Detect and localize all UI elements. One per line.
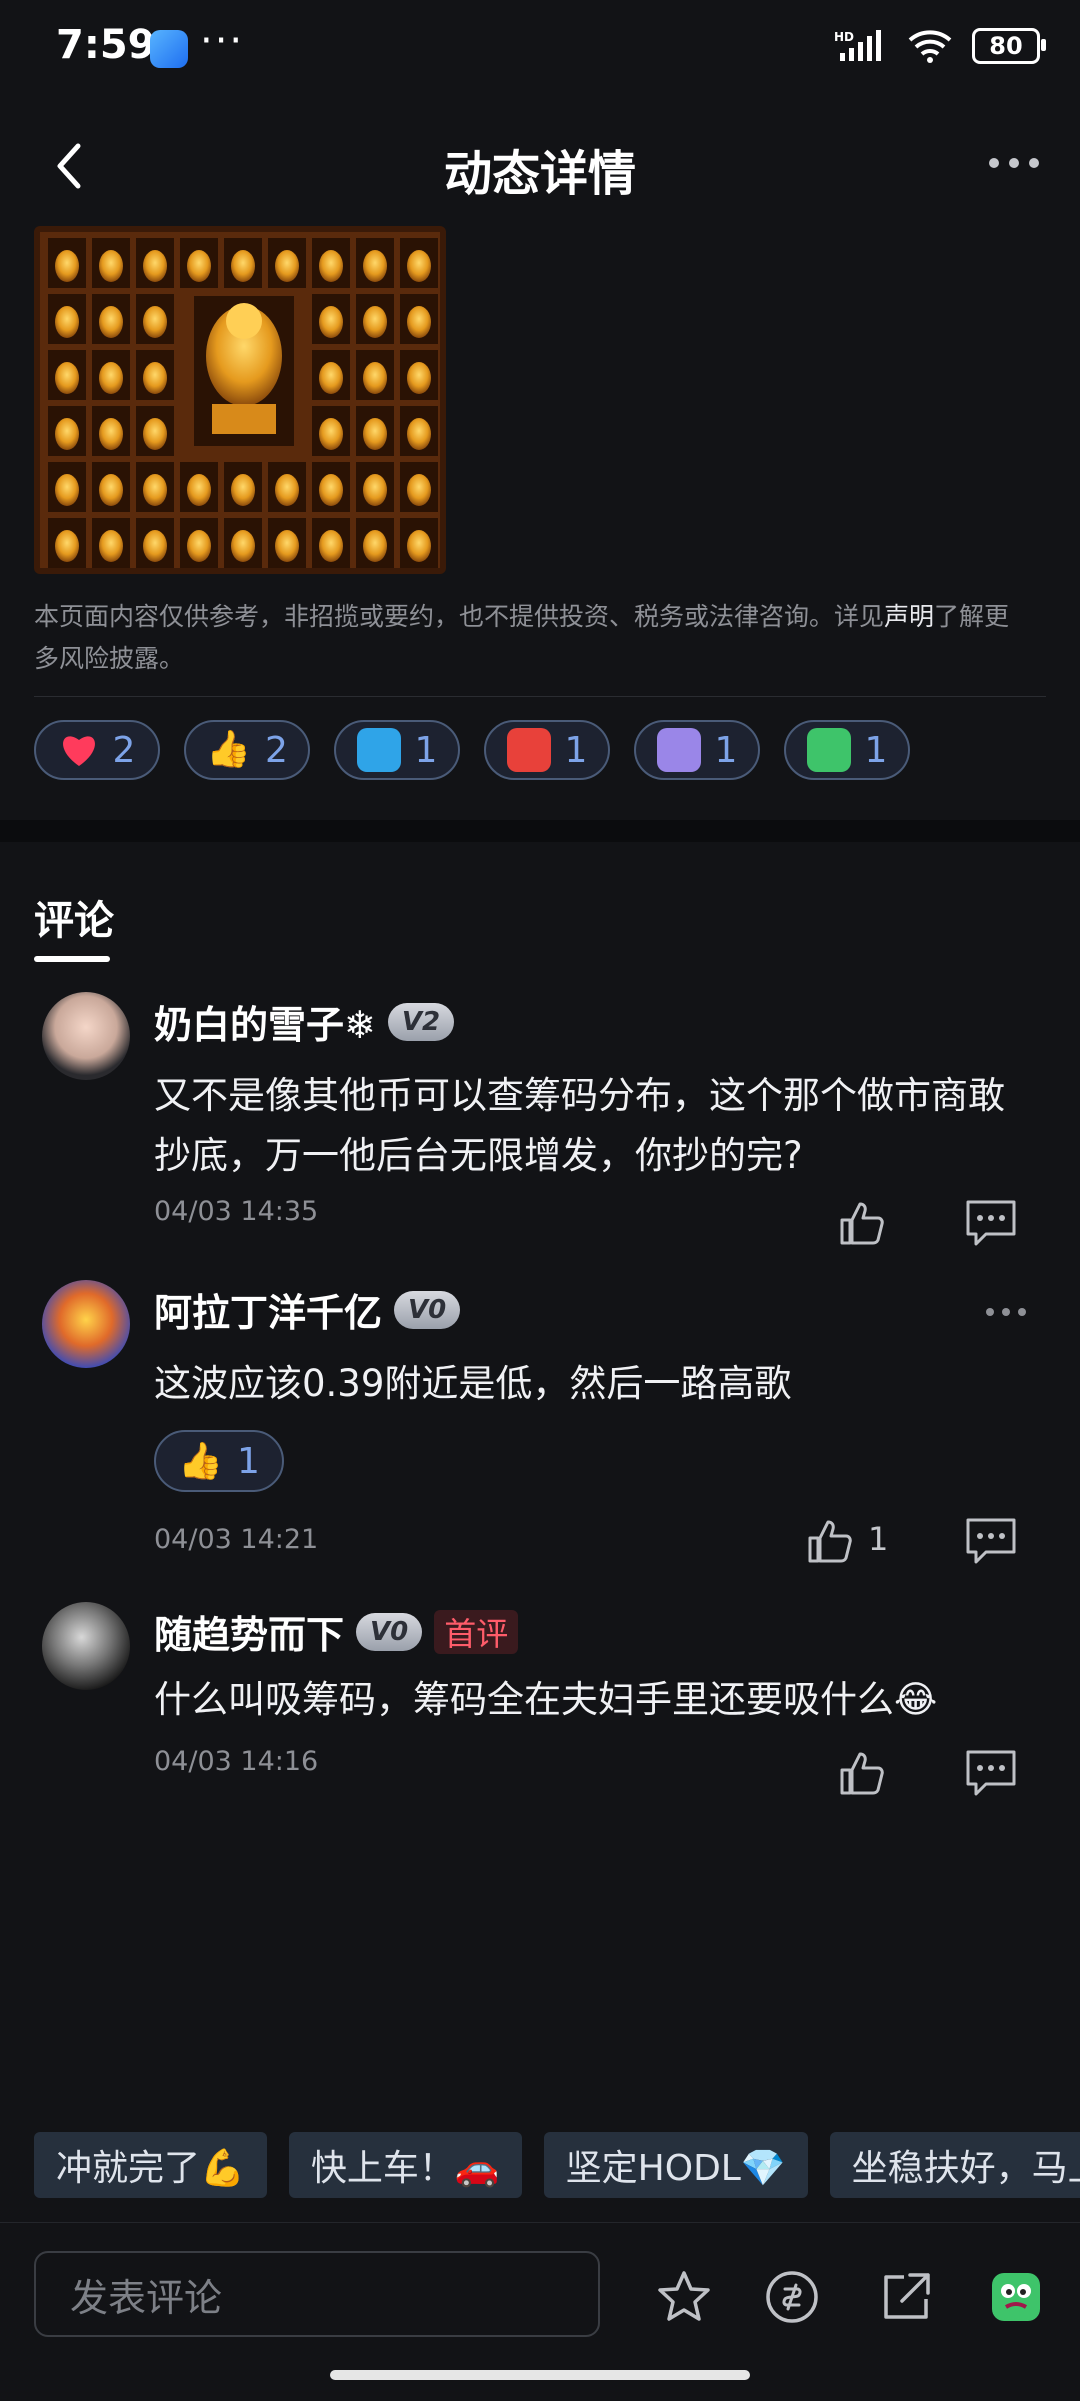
reaction-count: 2 (264, 729, 288, 771)
reaction-purple-mascot[interactable]: 1 (634, 720, 760, 780)
like-icon[interactable] (838, 1198, 888, 1248)
disclaimer-link[interactable]: 声明 (884, 602, 934, 631)
angry-mascot-icon (506, 728, 551, 772)
reactions-row: 2 👍 2 1 1 1 1 (34, 720, 910, 780)
comment-more-icon[interactable] (984, 1302, 1028, 1322)
svg-text:HD: HD (834, 30, 854, 44)
avatar[interactable] (42, 992, 130, 1080)
divider (34, 696, 1046, 697)
avatar[interactable] (42, 1602, 130, 1690)
heart-icon (62, 736, 95, 766)
green-mascot-icon (806, 728, 851, 772)
comment-author-row: 奶白的雪子❄ V2 (154, 994, 455, 1049)
status-bar: 7:59 ··· HD 80 (0, 0, 1080, 96)
reaction-count: 1 (714, 729, 738, 771)
page-title: 动态详情 (443, 146, 636, 202)
first-comment-badge: 首评 (434, 1609, 519, 1654)
quick-reply-chip[interactable]: 坚定HODL💎 (543, 2132, 808, 2198)
reaction-green-mascot[interactable]: 1 (784, 720, 910, 780)
reaction-hodl-mascot[interactable]: 1 (334, 720, 460, 780)
status-more-icon: ··· (200, 18, 245, 64)
like-icon[interactable] (806, 1516, 856, 1566)
signal-icon: HD (834, 30, 881, 61)
reply-icon[interactable] (964, 1516, 1018, 1566)
reaction-angry-mascot[interactable]: 1 (484, 720, 610, 780)
post-image[interactable] (34, 226, 446, 574)
green-mascot-icon[interactable] (988, 2269, 1044, 2325)
like-count: 1 (868, 1520, 889, 1558)
comment-input[interactable]: 发表评论 (34, 2251, 600, 2337)
reaction-count: 1 (564, 729, 588, 771)
level-badge: V0 (394, 1290, 461, 1329)
comment-text: 这波应该0.39附近是低，然后一路高歌 (154, 1362, 792, 1405)
section-separator (0, 820, 1080, 842)
buddha-shrine-image (34, 226, 446, 574)
purple-mascot-icon (656, 728, 701, 772)
more-options-icon[interactable] (984, 148, 1044, 178)
comment-time: 04/03 14:21 (154, 1524, 319, 1555)
comment-author-row: 随趋势而下 V0 首评 (154, 1604, 519, 1659)
battery-level: 80 (989, 32, 1023, 60)
reaction-count: 1 (236, 1440, 260, 1482)
comment-author[interactable]: 奶白的雪子❄ (154, 994, 376, 1049)
battery-icon: 80 (972, 28, 1046, 64)
comment-time: 04/03 14:16 (154, 1746, 319, 1777)
quick-replies: 冲就完了💪 快上车！🚗 坚定HODL💎 坐稳扶好，马上 (34, 2132, 1080, 2198)
like-icon[interactable] (838, 1748, 888, 1798)
reaction-thumbs-up[interactable]: 👍 2 (184, 720, 310, 780)
tip-coin-icon[interactable] (764, 2269, 820, 2325)
risk-disclaimer: 本页面内容仅供参考，非招揽或要约，也不提供投资、税务或法律咨询。详见声明了解更多… (34, 596, 1034, 680)
status-time: 7:59 (56, 22, 156, 68)
tab-comments[interactable]: 评论 (34, 888, 114, 946)
comment-reaction-thumbs-up[interactable]: 👍 1 (154, 1430, 284, 1492)
comment-time: 04/03 14:35 (154, 1196, 319, 1227)
comment-text: 什么叫吸筹码，筹码全在夫妇手里还要吸什么😂 (154, 1678, 938, 1721)
comment-author[interactable]: 随趋势而下 (154, 1604, 344, 1659)
avatar[interactable] (42, 1280, 130, 1368)
reaction-count: 1 (414, 729, 438, 771)
level-badge: V0 (356, 1612, 423, 1651)
reply-icon[interactable] (964, 1748, 1018, 1798)
app-notification-icon (150, 30, 188, 68)
quick-reply-chip[interactable]: 快上车！🚗 (288, 2132, 522, 2198)
reaction-count: 1 (864, 729, 888, 771)
comment-text: 又不是像其他币可以查筹码分布，这个那个做市商敢抄底，万一他后台无限增发，你抄的完… (154, 1074, 1005, 1177)
disclaimer-text: 本页面内容仅供参考，非招揽或要约，也不提供投资、税务或法律咨询。详见 (34, 602, 885, 631)
quick-reply-chip[interactable]: 冲就完了💪 (34, 2132, 267, 2198)
level-badge: V2 (387, 1002, 455, 1041)
hodl-mascot-icon (356, 728, 401, 772)
wifi-icon (908, 30, 952, 63)
comment-author-row: 阿拉丁洋千亿 V0 (154, 1282, 461, 1337)
reaction-count: 2 (112, 729, 136, 771)
status-indicators: HD 80 (834, 28, 1046, 64)
reply-icon[interactable] (964, 1198, 1018, 1248)
comment-author[interactable]: 阿拉丁洋千亿 (154, 1282, 382, 1337)
tab-underline (34, 956, 110, 962)
share-icon[interactable] (878, 2269, 934, 2325)
quick-reply-chip[interactable]: 坐稳扶好，马上 (829, 2132, 1080, 2198)
home-indicator[interactable] (330, 2370, 750, 2380)
star-icon[interactable] (656, 2269, 712, 2325)
thumbs-up-icon: 👍 (206, 729, 251, 770)
thumbs-up-icon: 👍 (178, 1441, 223, 1482)
reaction-heart[interactable]: 2 (34, 720, 160, 780)
header: 动态详情 (0, 110, 1080, 220)
